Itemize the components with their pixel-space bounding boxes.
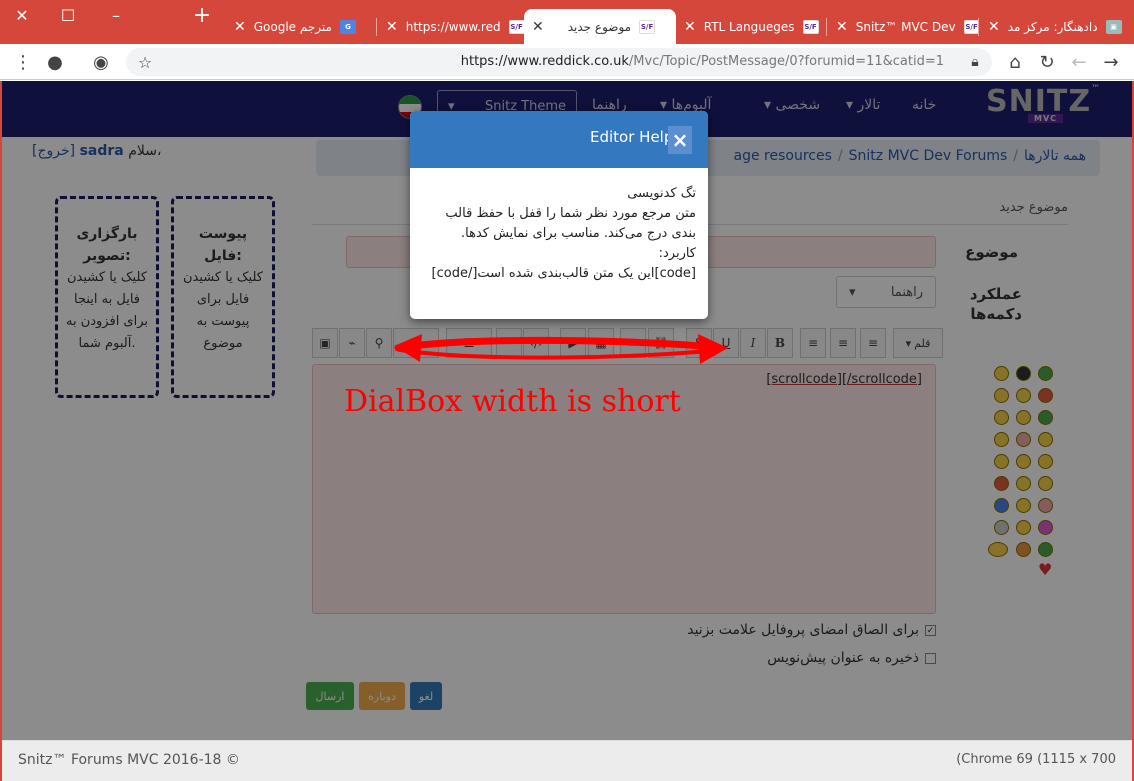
dialog-body: تگ کدنویسی متن مرجع مورد نظر شما را قفل … [422,184,696,284]
annotation-arrow [394,334,728,364]
site-icon: ▣ [1105,19,1122,34]
close-icon[interactable]: ✕ [532,19,544,35]
tab-dadehnegar[interactable]: ✕ دادهنگار: مرکز مد ▣ [980,9,1130,44]
home-icon[interactable]: ⌂ [1000,44,1030,80]
dialog-title: Editor Help [590,128,674,146]
tab-google-translate[interactable]: ✕ Google مترجم G [226,9,374,44]
tab-separator [978,18,979,36]
close-icon[interactable]: ✕ [386,19,398,35]
dialog-usage-label: کاربرد: [658,246,696,261]
tab-reddick[interactable]: ✕ https://www.red S/F [378,9,524,44]
dialog-heading: تگ کدنویسی [627,186,696,201]
tab-title: https://www.red [405,19,501,34]
dialog-example: [code]این یک متن قالب‌بندی شده است[/code… [431,266,696,281]
annotation-text: DialBox width is short [344,384,681,419]
back-icon[interactable]: → [1096,44,1126,80]
profile-icon[interactable]: ● [40,44,70,80]
menu-icon[interactable]: ⋮ [8,44,38,80]
reload-icon[interactable]: ↻ [1032,44,1062,80]
new-tab-button[interactable]: + [180,0,224,30]
dialog-description: متن مرجع مورد نظر شما را قفل با حفظ قالب… [445,206,696,241]
close-icon[interactable]: ✕ [234,19,246,35]
snitz-icon: S/F [639,19,656,34]
close-icon[interactable]: ✕ [684,19,696,35]
url-text[interactable]: https://www.reddick.co.uk/Mvc/Topic/Post… [461,54,944,69]
close-icon[interactable]: ✕ [836,19,848,35]
close-icon[interactable]: ✕ [988,19,1000,35]
footer-copyright: Snitz™ Forums MVC 2016-18 © [18,752,240,768]
url-host: https://www.reddick.co.uk [460,54,629,69]
forward-icon[interactable]: ← [1064,44,1094,80]
tab-title: موضوع جدید [567,19,632,34]
footer-browser-info: (Chrome 69 (1115 x 700 [956,752,1116,767]
maximize-window-button[interactable]: ☐ [46,0,90,30]
tab-separator [376,18,377,36]
tab-rtl-languages[interactable]: ✕ RTL Langueges S/F [676,9,826,44]
snitz-icon: S/F [802,19,819,34]
lock-icon[interactable]: 🔒︎ [960,44,990,80]
extension-icon[interactable]: ◉ [86,44,116,80]
tab-separator [826,18,827,36]
url-path: /Mvc/Topic/PostMessage/0?forumid=11&cati… [628,54,944,69]
close-window-button[interactable]: ✕ [0,0,44,30]
tab-new-topic[interactable]: ✕ موضوع جدید S/F [524,9,676,44]
minimize-window-button[interactable]: – [94,0,138,30]
tab-title: RTL Langueges [703,19,795,34]
snitz-icon: S/F [963,19,978,34]
snitz-icon: S/F [508,19,524,34]
tab-title: Google مترجم [253,19,332,34]
star-icon[interactable]: ☆ [130,44,160,80]
dialog-close-button[interactable]: × [668,126,692,154]
tab-snitz-mvc-dev[interactable]: ✕ Snitz™ MVC Dev S/F [828,9,978,44]
google-translate-icon: G [339,19,356,34]
tab-title: Snitz™ MVC Dev [855,19,956,34]
tab-title: دادهنگار: مرکز مد [1007,19,1098,34]
